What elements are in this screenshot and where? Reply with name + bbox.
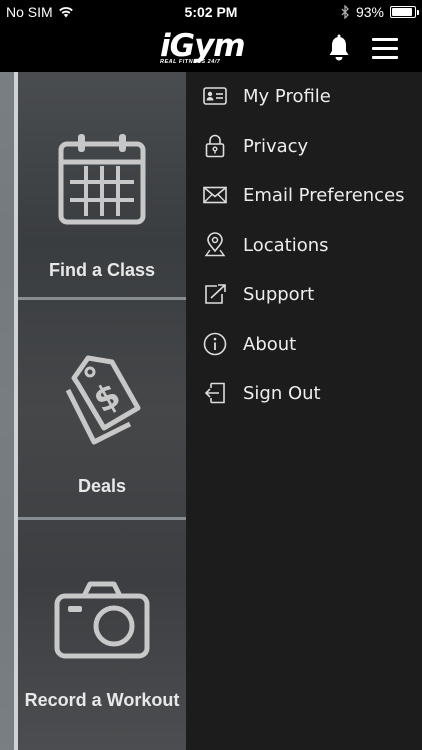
menu-item-label: Sign Out [243, 382, 321, 404]
menu-item-email-preferences[interactable]: Email Preferences [186, 175, 422, 215]
menu-item-sign-out[interactable]: Sign Out [186, 373, 422, 413]
camera-icon [54, 581, 150, 659]
location-pin-icon [202, 232, 228, 258]
calendar-icon [58, 134, 146, 225]
status-bar: No SIM 5:02 PM 93% [0, 0, 422, 24]
battery-level [392, 8, 413, 16]
menu-item-label: Support [243, 283, 315, 305]
menu-item-label: Privacy [243, 135, 309, 157]
bluetooth-icon [341, 5, 349, 19]
price-tag-icon: $ [65, 355, 141, 445]
nav-bar: iGym REAL FITNESS 24/7 [0, 24, 422, 72]
id-card-icon [202, 83, 228, 109]
lock-icon [202, 133, 228, 159]
side-menu-drawer: My Profile Privacy Email Preferences Loc… [186, 72, 422, 750]
logo-subtext: REAL FITNESS 24/7 [160, 59, 221, 65]
menu-item-locations[interactable]: Locations [186, 225, 422, 265]
logo-text: iGym [160, 28, 246, 64]
menu-item-about[interactable]: About [186, 324, 422, 364]
menu-item-support[interactable]: Support [186, 274, 422, 314]
menu-item-my-profile[interactable]: My Profile [186, 76, 422, 116]
menu-item-label: Locations [243, 234, 329, 256]
tile-label: Record a Workout [24, 690, 180, 710]
bell-icon[interactable] [327, 34, 351, 62]
battery-percent: 93% [355, 4, 384, 20]
menu-item-label: Email Preferences [243, 184, 405, 206]
tile-find-a-class[interactable]: Find a Class [18, 132, 186, 281]
home-tiles-background: Find a Class $ Deals Record a Workout [0, 72, 186, 750]
tile-label: Deals [77, 476, 127, 496]
battery-icon [390, 6, 419, 18]
tile-deals[interactable]: $ Deals [18, 350, 186, 497]
tile-label: Find a Class [48, 260, 156, 280]
igym-logo[interactable]: iGym REAL FITNESS 24/7 [160, 30, 264, 68]
info-icon [202, 331, 228, 357]
sign-out-icon [202, 380, 228, 406]
menu-item-label: My Profile [243, 85, 331, 107]
tile-record-a-workout[interactable]: Record a Workout [18, 580, 186, 711]
menu-item-label: About [243, 333, 297, 355]
status-right: 93% [341, 4, 419, 20]
hamburger-menu-icon[interactable] [372, 38, 398, 60]
external-link-icon [202, 281, 228, 307]
menu-item-privacy[interactable]: Privacy [186, 126, 422, 166]
envelope-icon [202, 182, 228, 208]
